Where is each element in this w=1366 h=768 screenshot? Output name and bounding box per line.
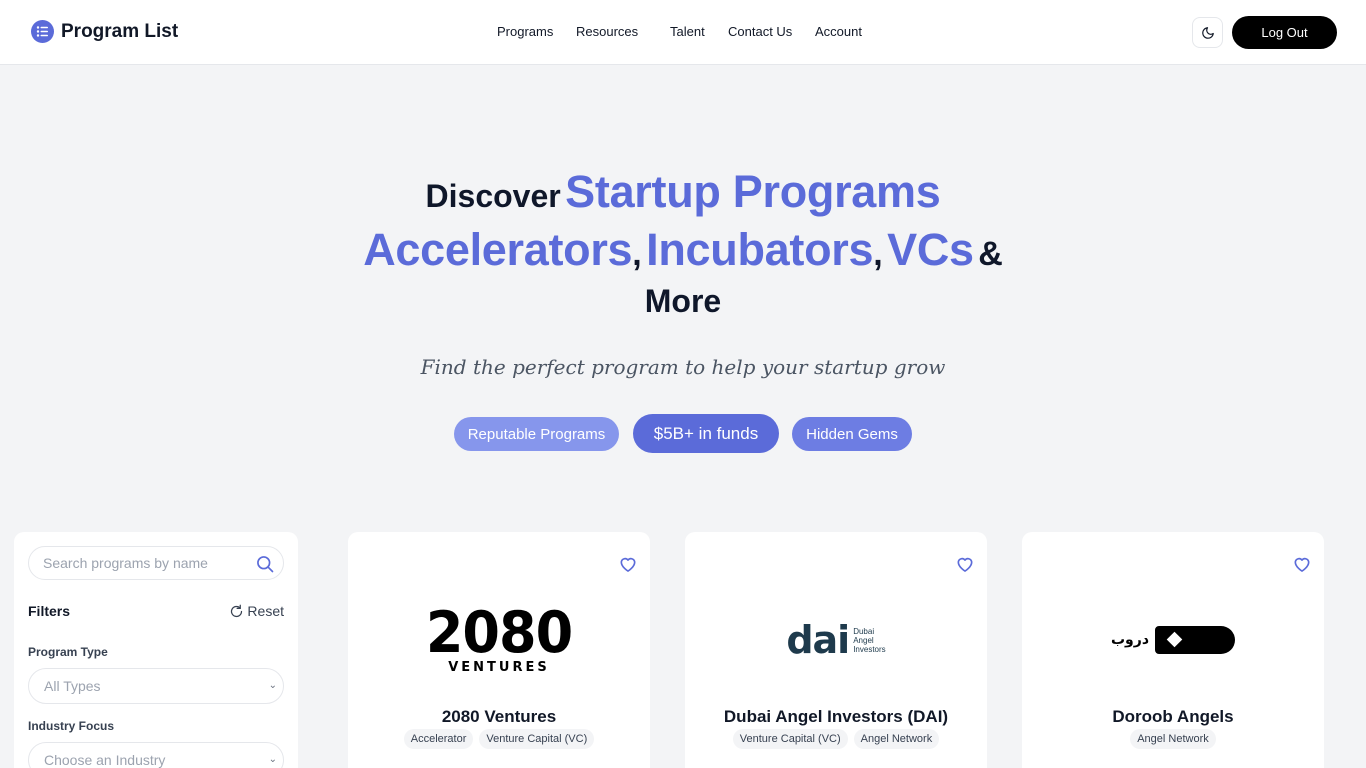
program-tag: Venture Capital (VC) <box>732 729 848 749</box>
program-tags: Accelerator Venture Capital (VC) <box>348 729 650 749</box>
nav-account[interactable]: Account <box>815 24 862 39</box>
program-name: Dubai Angel Investors (DAI) <box>723 707 949 726</box>
badge-reputable-programs: Reputable Programs <box>454 417 619 451</box>
program-tag: Angel Network <box>1130 729 1216 749</box>
program-name: 2080 Ventures <box>441 707 557 726</box>
filters-heading: Filters <box>28 603 71 619</box>
hero-incubators: Incubators <box>646 224 874 275</box>
hero-startup-programs: Startup Programs <box>565 166 941 217</box>
program-logo: 2080 VENTURES <box>425 599 573 675</box>
main-nav: Programs Resources Talent Contact Us Acc… <box>0 24 1366 44</box>
badge-funds: $5B+ in funds <box>633 414 779 453</box>
program-tags: Angel Network <box>1022 729 1324 749</box>
top-header: Program List Programs Resources Talent C… <box>0 0 1366 65</box>
program-tag: Accelerator <box>403 729 474 749</box>
hero-heading-line-2: Accelerators, Incubators, VCs & <box>363 224 1003 275</box>
program-tags: Venture Capital (VC) Angel Network <box>685 729 987 749</box>
industry-focus-value: Choose an Industry <box>44 752 166 768</box>
program-card[interactable]: dai Dubai Angel Investors Dubai Angel In… <box>685 532 987 768</box>
hero-discover: Discover <box>425 178 561 214</box>
theme-toggle-button[interactable] <box>1192 17 1223 48</box>
nav-talent[interactable]: Talent <box>670 24 705 39</box>
program-card[interactable]: دروب Doroob Angels Angel Network <box>1022 532 1324 768</box>
refresh-icon <box>231 604 243 617</box>
heart-icon[interactable] <box>955 554 975 579</box>
hero-accelerators: Accelerators <box>363 224 633 275</box>
reset-button[interactable]: Reset <box>229 603 284 619</box>
hero-ampersand: & <box>978 235 1003 273</box>
industry-focus-label: Industry Focus <box>28 719 115 733</box>
hero-heading-line-1: Discover Startup Programs <box>0 166 1366 226</box>
nav-contact-us[interactable]: Contact Us <box>728 24 792 39</box>
program-tag: Angel Network <box>853 729 940 749</box>
program-tag: Venture Capital (VC) <box>479 729 595 749</box>
moon-icon <box>1201 26 1214 39</box>
search-input[interactable] <box>43 547 253 579</box>
program-type-label: Program Type <box>28 645 108 659</box>
hero-tagline: Find the perfect program to help your st… <box>420 355 946 379</box>
chevron-down-icon: ⌄ <box>268 680 277 691</box>
heart-icon[interactable] <box>618 554 638 579</box>
nav-resources[interactable]: Resources <box>576 24 638 39</box>
chevron-down-icon: ⌄ <box>268 754 277 765</box>
program-type-select[interactable]: All Types ⌄ <box>28 668 284 704</box>
heart-icon[interactable] <box>1292 554 1312 579</box>
industry-focus-select[interactable]: Choose an Industry ⌄ <box>28 742 284 768</box>
program-logo: dai Dubai Angel Investors <box>786 618 886 662</box>
logout-button[interactable]: Log Out <box>1232 16 1337 49</box>
badge-hidden-gems: Hidden Gems <box>792 417 912 451</box>
program-name: Doroob Angels <box>1112 707 1234 726</box>
filters-sidebar: Filters Reset Program Type All Types ⌄ I… <box>14 532 298 768</box>
reset-label: Reset <box>247 603 284 619</box>
program-type-value: All Types <box>44 678 101 694</box>
program-card[interactable]: 2080 VENTURES 2080 Ventures Accelerator … <box>348 532 650 768</box>
search-box <box>28 546 284 580</box>
hero-vcs: VCs <box>887 224 974 275</box>
nav-programs[interactable]: Programs <box>497 24 553 39</box>
hero-more: More <box>644 283 722 319</box>
program-logo: دروب <box>1022 594 1324 686</box>
hero-heading-line-3: More <box>0 283 1366 327</box>
search-icon[interactable] <box>255 554 275 579</box>
